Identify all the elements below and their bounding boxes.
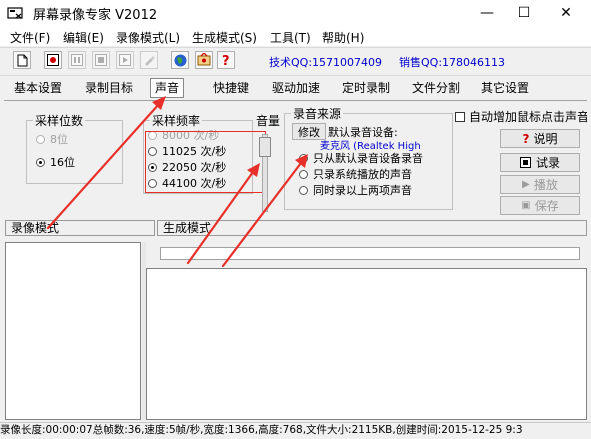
annotation-arrows bbox=[46, 96, 308, 268]
arrow-to-sample-rate bbox=[186, 170, 255, 265]
arrowhead-sample-rate bbox=[247, 163, 260, 177]
status-bar: 录像长度:00:00:07总帧数:36,速度:5帧/秒,宽度:1366,高度:7… bbox=[0, 422, 591, 439]
arrow-to-recording-source bbox=[221, 161, 303, 268]
arrow-to-sound-tab bbox=[46, 102, 161, 230]
arrowhead-recording-source bbox=[295, 154, 308, 168]
